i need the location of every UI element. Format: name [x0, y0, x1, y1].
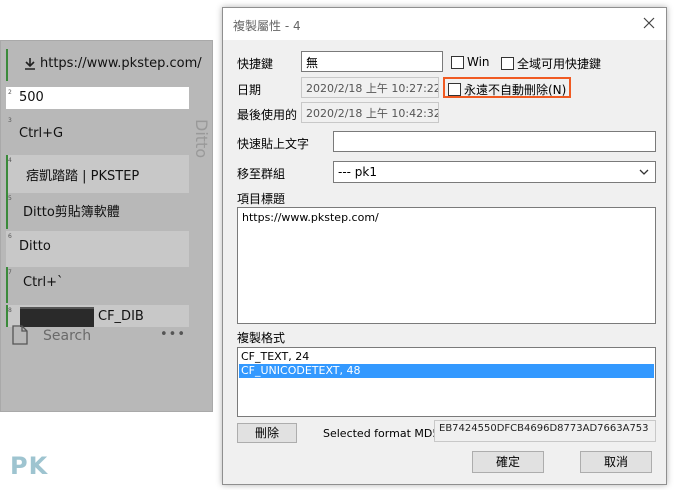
delete-button[interactable]: 刪除 [237, 423, 297, 443]
clip-item-label: Ditto剪貼簿軟體 [23, 205, 120, 220]
more-options-icon[interactable]: ••• [160, 327, 186, 342]
clip-item-label: https://www.pkstep.com/ [40, 56, 202, 71]
date-field: 2020/2/18 上午 10:27:22 [301, 77, 439, 98]
move-group-label: 移至群組 [237, 167, 286, 181]
ok-button[interactable]: 確定 [472, 451, 544, 473]
close-icon[interactable] [640, 14, 658, 32]
chevron-down-icon[interactable] [639, 166, 649, 176]
dialog-titlebar: 複製屬性 - 4 [223, 8, 666, 40]
shortcut-field[interactable]: 無 [301, 51, 443, 72]
format-item[interactable]: CF_TEXT, 24 [239, 350, 654, 364]
item-title-label: 項目標題 [237, 192, 286, 206]
group-select[interactable]: --- pk1 [333, 161, 656, 183]
never-delete-label: 永遠不自動刪除(N) [464, 83, 567, 97]
checkbox-box[interactable] [448, 83, 461, 96]
clip-item-7[interactable]: 7 Ctrl+` [6, 267, 189, 303]
download-icon [23, 57, 37, 75]
search-input[interactable]: Search [43, 328, 91, 344]
clip-item-number: 8 [8, 307, 12, 314]
date-label: 日期 [237, 83, 262, 97]
item-title-text: https://www.pkstep.com/ [242, 211, 379, 224]
ditto-window: https://www.pkstep.com/ 2 500 3 Ctrl+G 4… [0, 40, 393, 413]
never-delete-checkbox[interactable]: 永遠不自動刪除(N) [448, 81, 566, 98]
clip-item-1[interactable]: https://www.pkstep.com/ [6, 49, 202, 81]
global-shortcut-label: 全域可用快捷鍵 [517, 57, 602, 71]
win-checkbox[interactable]: Win [451, 55, 490, 69]
dialog-title: 複製屬性 - 4 [233, 19, 301, 33]
cancel-button[interactable]: 取消 [580, 451, 652, 473]
clip-item-number: 3 [8, 117, 12, 124]
md5-label: Selected format MD5 [323, 427, 440, 440]
checkbox-box[interactable] [501, 57, 514, 70]
shortcut-label: 快捷鍵 [237, 57, 274, 71]
quick-paste-label: 快速貼上文字 [237, 137, 310, 151]
clip-item-number: 2 [8, 89, 12, 96]
clip-item-label: Ctrl+` [23, 275, 64, 290]
checkbox-box[interactable] [451, 55, 464, 69]
global-shortcut-checkbox[interactable]: 全域可用快捷鍵 [501, 55, 601, 72]
document-icon [12, 325, 28, 348]
ditto-side-strip [189, 41, 393, 413]
clip-item-marker [6, 49, 8, 81]
copy-properties-dialog: 複製屬性 - 4 快捷鍵 無 Win 全域可用快捷鍵 日期 2020/2/18 … [222, 7, 667, 485]
formats-label: 複製格式 [237, 331, 286, 345]
clip-item-number: 4 [8, 157, 12, 164]
clip-item-label: CF_DIB [98, 309, 144, 324]
clip-item-label: Ctrl+G [19, 126, 64, 141]
item-title-textarea[interactable]: https://www.pkstep.com/ [237, 207, 656, 324]
watermark-logo: PK [10, 452, 49, 480]
quick-paste-input[interactable] [333, 131, 656, 152]
clip-item-number: 6 [8, 233, 12, 240]
clip-item-3[interactable]: 3 Ctrl+G [6, 115, 189, 151]
clip-item-label: 500 [19, 90, 44, 105]
last-used-field: 2020/2/18 上午 10:42:32 [301, 102, 439, 123]
win-checkbox-label: Win [467, 55, 490, 69]
app-name-label: Ditto [192, 119, 211, 159]
clip-item-label: 痞凱踏踏 | PKSTEP [26, 169, 140, 184]
clip-item-number: 7 [8, 269, 12, 276]
last-used-label: 最後使用的 [237, 108, 298, 122]
search-bar[interactable]: Search ••• [6, 323, 189, 353]
group-select-value: --- pk1 [338, 165, 378, 179]
clip-item-2[interactable]: 2 500 [6, 87, 189, 109]
md5-field: EB7424550DFCB4696D8773AD7663A753 [434, 420, 656, 442]
format-item-selected[interactable]: CF_UNICODETEXT, 48 [239, 364, 654, 378]
clip-item-4[interactable]: 4 痞凱踏踏 | PKSTEP [6, 155, 189, 193]
formats-list[interactable]: CF_TEXT, 24 CF_UNICODETEXT, 48 [237, 347, 656, 417]
clip-item-label: Ditto [19, 239, 51, 254]
clip-item-5[interactable]: 5 Ditto剪貼簿軟體 [6, 193, 189, 229]
clip-item-number: 5 [8, 195, 12, 202]
clip-item-6[interactable]: 6 Ditto [6, 231, 189, 267]
